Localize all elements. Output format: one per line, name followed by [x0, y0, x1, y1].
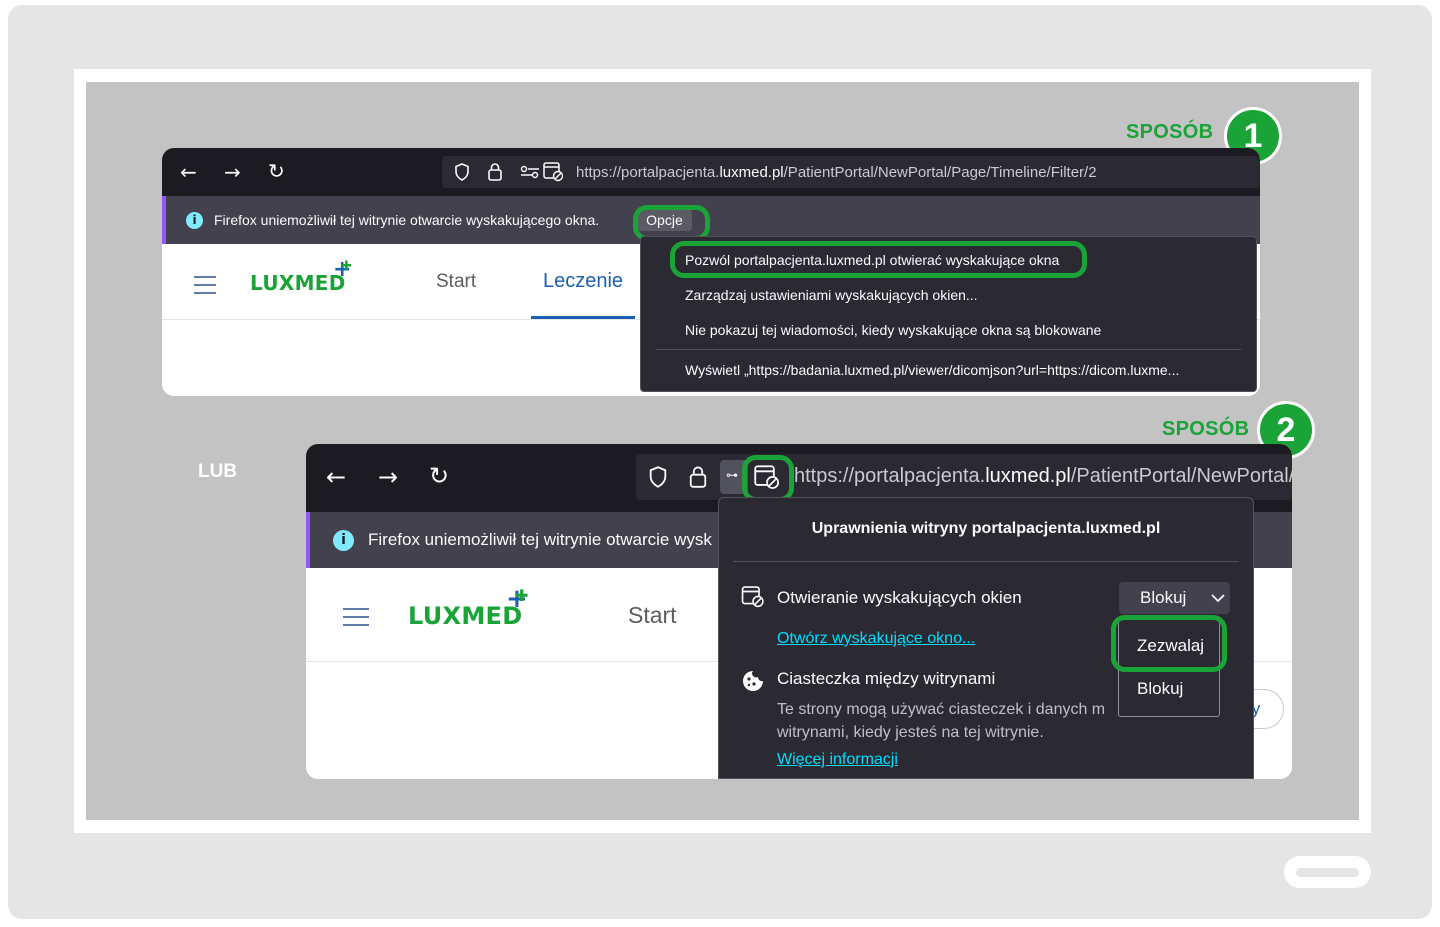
- menu-separator: [656, 349, 1241, 350]
- popup-permission-label: Otwieranie wyskakujących okien: [777, 588, 1022, 607]
- step2-label: SPOSÓB: [1162, 418, 1250, 440]
- logo-plus-accent-icon: ✚: [341, 259, 352, 274]
- menu-item-manage-popups[interactable]: Zarządzaj ustawieniami wyskakujących oki…: [685, 287, 978, 303]
- option-block[interactable]: Blokuj: [1137, 679, 1183, 699]
- address-bar[interactable]: ⊶ https://portalpacjenta.luxmed.pl/Patie…: [636, 454, 1292, 500]
- forward-arrow-icon[interactable]: →: [378, 463, 398, 491]
- cookie-icon: [743, 671, 763, 691]
- cookies-label: Ciasteczka między witrynami: [777, 669, 996, 688]
- url-text[interactable]: https://portalpacjenta.luxmed.pl/Patient…: [576, 164, 1097, 181]
- active-tab-underline: [531, 316, 635, 319]
- chevron-down-icon: [1211, 594, 1225, 603]
- nav-start-link[interactable]: Start: [628, 602, 677, 629]
- hamburger-menu-icon[interactable]: [343, 608, 369, 632]
- more-info-link[interactable]: Więcej informacji: [777, 751, 898, 769]
- lock-icon[interactable]: [487, 162, 503, 181]
- shield-icon[interactable]: [454, 163, 470, 181]
- popup-permission-select[interactable]: Blokuj: [1119, 582, 1230, 614]
- nav-leczenie-link[interactable]: Leczenie: [543, 270, 623, 293]
- popup-icon-highlight: [742, 455, 794, 502]
- panel-separator: [733, 561, 1239, 562]
- info-icon: i: [186, 211, 203, 229]
- back-arrow-icon[interactable]: ←: [180, 160, 197, 184]
- step1-label: SPOSÓB: [1126, 121, 1214, 143]
- lock-icon[interactable]: [688, 465, 708, 488]
- permissions-icon[interactable]: [520, 165, 540, 179]
- select-value: Blokuj: [1140, 588, 1187, 607]
- allow-item-highlight: [670, 241, 1087, 278]
- address-bar[interactable]: https://portalpacjenta.luxmed.pl/Patient…: [442, 156, 1260, 188]
- notification-text: Firefox uniemożliwił tej witrynie otwarc…: [214, 212, 600, 228]
- shield-icon[interactable]: [648, 466, 668, 488]
- forward-arrow-icon[interactable]: →: [224, 160, 241, 184]
- hamburger-menu-icon[interactable]: [194, 276, 216, 300]
- popup-blocked-icon[interactable]: [543, 162, 564, 182]
- back-arrow-icon[interactable]: ←: [326, 463, 346, 491]
- menu-item-show-popup[interactable]: Wyświetl „https://badania.luxmed.pl/view…: [685, 362, 1179, 378]
- url-text[interactable]: https://portalpacjenta.luxmed.pl/Patient…: [794, 465, 1292, 488]
- open-popup-link[interactable]: Otwórz wyskakujące okno...: [777, 630, 975, 648]
- reload-icon[interactable]: ↻: [429, 462, 449, 490]
- allow-option-highlight: [1111, 615, 1227, 672]
- browser-toolbar: ← → ↻ https://portalpacjenta.luxmed.pl/P…: [162, 148, 1260, 196]
- pagination-pill[interactable]: [1284, 856, 1371, 888]
- notification-text: Firefox uniemożliwił tej witrynie otwarc…: [368, 530, 712, 549]
- or-label: LUB: [198, 461, 238, 482]
- menu-item-dont-show[interactable]: Nie pokazuj tej wiadomości, kiedy wyskak…: [685, 322, 1101, 338]
- reload-icon[interactable]: ↻: [268, 159, 285, 183]
- popup-window-icon: [741, 586, 764, 608]
- logo-plus-accent-icon: ✚: [515, 586, 529, 605]
- panel-title: Uprawnienia witryny portalpacjenta.luxme…: [811, 520, 1161, 537]
- nav-start-link[interactable]: Start: [436, 271, 476, 293]
- luxmed-logo[interactable]: LUXMED: [250, 271, 346, 295]
- cookies-description: Te strony mogą używać ciasteczek i danyc…: [777, 701, 1106, 741]
- info-icon: i: [333, 529, 354, 551]
